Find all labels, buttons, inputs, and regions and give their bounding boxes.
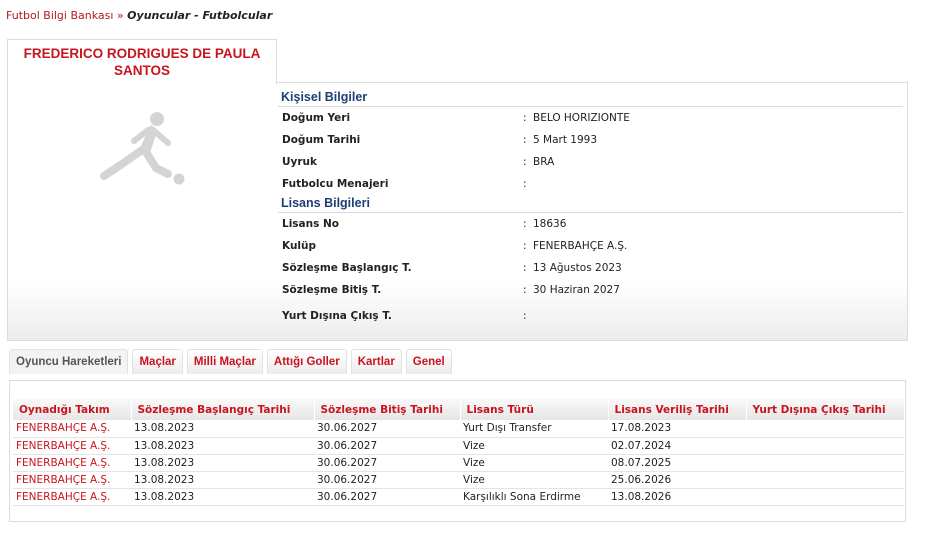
cell-contract-end: 30.06.2027 [314, 488, 460, 506]
info-row-license-no: Lisans No : 18636 [278, 213, 903, 235]
cell-abroad-exit [746, 471, 904, 489]
footballer-silhouette-icon [96, 108, 192, 196]
info-value: FENERBAHÇE A.Ş. [533, 240, 628, 252]
info-row-contract-end: Sözleşme Bitiş T. : 30 Haziran 2027 [278, 279, 903, 301]
license-info-title: Lisans Bilgileri [278, 195, 903, 213]
cell-license-type: Karşılıklı Sona Erdirme [460, 488, 608, 506]
cell-abroad-exit [746, 454, 904, 472]
info-value: BELO HORIZIONTE [533, 112, 630, 124]
info-value: 30 Haziran 2027 [533, 284, 620, 296]
player-name-line1: FREDERICO RODRIGUES DE PAULA [23, 46, 261, 61]
table-row: FENERBAHÇE A.Ş. 13.08.2023 30.06.2027 Vi… [13, 454, 904, 472]
info-label: Lisans No [282, 218, 340, 230]
cell-contract-end: 30.06.2027 [314, 454, 460, 472]
column-header-license-date[interactable]: Lisans Veriliş Tarihi [608, 399, 747, 420]
cell-license-type: Vize [460, 454, 608, 472]
cell-license-type: Vize [460, 437, 608, 455]
cell-license-date: 25.06.2026 [608, 471, 746, 489]
tab-matches[interactable]: Maçlar [132, 349, 183, 374]
player-name-tab: FREDERICO RODRIGUES DE PAULA SANTOS [7, 39, 277, 84]
table-row: FENERBAHÇE A.Ş. 13.08.2023 30.06.2027 Vi… [13, 437, 904, 455]
cell-abroad-exit [746, 488, 904, 506]
player-name-line2: SANTOS [113, 63, 170, 78]
breadcrumb: Futbol Bilgi Bankası » Oyuncular - Futbo… [6, 9, 272, 22]
info-label: Doğum Tarihi [282, 134, 361, 146]
movements-panel: Oynadığı Takım Sözleşme Başlangıç Tarihi… [9, 380, 906, 522]
breadcrumb-current: Oyuncular - Futbolcular [127, 9, 273, 22]
table-row: FENERBAHÇE A.Ş. 13.08.2023 30.06.2027 Ka… [13, 488, 904, 506]
cell-team[interactable]: FENERBAHÇE A.Ş. [13, 454, 131, 472]
info-value: 5 Mart 1993 [533, 134, 598, 146]
info-label: Doğum Yeri [282, 112, 351, 124]
cell-license-date: 08.07.2025 [608, 454, 746, 472]
info-label: Kulüp [282, 240, 317, 252]
cell-team[interactable]: FENERBAHÇE A.Ş. [13, 471, 131, 489]
cell-contract-start: 13.08.2023 [131, 471, 314, 489]
info-row-club: Kulüp : FENERBAHÇE A.Ş. [278, 235, 903, 257]
cell-license-type: Vize [460, 471, 608, 489]
tab-player-movements[interactable]: Oyuncu Hareketleri [9, 349, 129, 374]
cell-abroad-exit [746, 420, 904, 438]
cell-team[interactable]: FENERBAHÇE A.Ş. [13, 488, 131, 506]
info-row-contract-start: Sözleşme Başlangıç T. : 13 Ağustos 2023 [278, 257, 903, 279]
info-value: 18636 [533, 218, 567, 230]
info-section: Kişisel Bilgiler Doğum Yeri : BELO HORIZ… [278, 89, 903, 327]
tab-national-matches[interactable]: Milli Maçlar [186, 349, 263, 374]
cell-license-date: 02.07.2024 [608, 437, 746, 455]
info-label: Sözleşme Bitiş T. [282, 284, 382, 296]
player-info-card: Kişisel Bilgiler Doğum Yeri : BELO HORIZ… [7, 82, 908, 341]
info-row-abroad-exit: Yurt Dışına Çıkış T. : [278, 305, 903, 327]
cell-contract-end: 30.06.2027 [314, 420, 460, 438]
cell-contract-start: 13.08.2023 [131, 454, 314, 472]
cell-abroad-exit [746, 437, 904, 455]
cell-contract-start: 13.08.2023 [131, 437, 314, 455]
info-row-nationality: Uyruk : BRA [278, 151, 903, 173]
table-header-row: Oynadığı Takım Sözleşme Başlangıç Tarihi… [13, 399, 905, 420]
table-row: FENERBAHÇE A.Ş. 13.08.2023 30.06.2027 Yu… [13, 420, 904, 438]
cell-contract-end: 30.06.2027 [314, 471, 460, 489]
cell-license-date: 17.08.2023 [608, 420, 746, 438]
info-value: BRA [533, 156, 555, 168]
personal-info-title: Kişisel Bilgiler [278, 89, 903, 107]
column-header-team[interactable]: Oynadığı Takım [13, 399, 132, 420]
player-name: FREDERICO RODRIGUES DE PAULA SANTOS [8, 40, 276, 79]
column-header-abroad-exit[interactable]: Yurt Dışına Çıkış Tarihi [746, 399, 905, 420]
table-row: FENERBAHÇE A.Ş. 13.08.2023 30.06.2027 Vi… [13, 471, 904, 489]
cell-license-type: Yurt Dışı Transfer [460, 420, 608, 438]
cell-contract-end: 30.06.2027 [314, 437, 460, 455]
info-value: 13 Ağustos 2023 [533, 262, 622, 274]
movements-table: Oynadığı Takım Sözleşme Başlangıç Tarihi… [13, 399, 905, 506]
info-label: Uyruk [282, 156, 318, 168]
cell-team[interactable]: FENERBAHÇE A.Ş. [13, 420, 131, 438]
tab-goals[interactable]: Attığı Goller [266, 349, 347, 374]
info-label: Futbolcu Menajeri [282, 178, 389, 190]
column-header-license-type[interactable]: Lisans Türü [460, 399, 609, 420]
player-tabs: Oyuncu Hareketleri Maçlar Milli Maçlar A… [9, 349, 452, 374]
info-label: Yurt Dışına Çıkış T. [282, 310, 392, 322]
info-row-birthplace: Doğum Yeri : BELO HORIZIONTE [278, 107, 903, 129]
breadcrumb-separator: » [116, 9, 124, 22]
cell-contract-start: 13.08.2023 [131, 420, 314, 438]
tab-cards[interactable]: Kartlar [350, 349, 402, 374]
info-label: Sözleşme Başlangıç T. [282, 262, 412, 274]
breadcrumb-link-home[interactable]: Futbol Bilgi Bankası [6, 9, 113, 22]
cell-team[interactable]: FENERBAHÇE A.Ş. [13, 437, 131, 455]
cell-contract-start: 13.08.2023 [131, 488, 314, 506]
column-header-contract-start[interactable]: Sözleşme Başlangıç Tarihi [131, 399, 315, 420]
tab-general[interactable]: Genel [405, 349, 452, 374]
cell-license-date: 13.08.2026 [608, 488, 746, 506]
info-row-birthdate: Doğum Tarihi : 5 Mart 1993 [278, 129, 903, 151]
column-header-contract-end[interactable]: Sözleşme Bitiş Tarihi [314, 399, 461, 420]
info-row-agent: Futbolcu Menajeri : [278, 173, 903, 195]
